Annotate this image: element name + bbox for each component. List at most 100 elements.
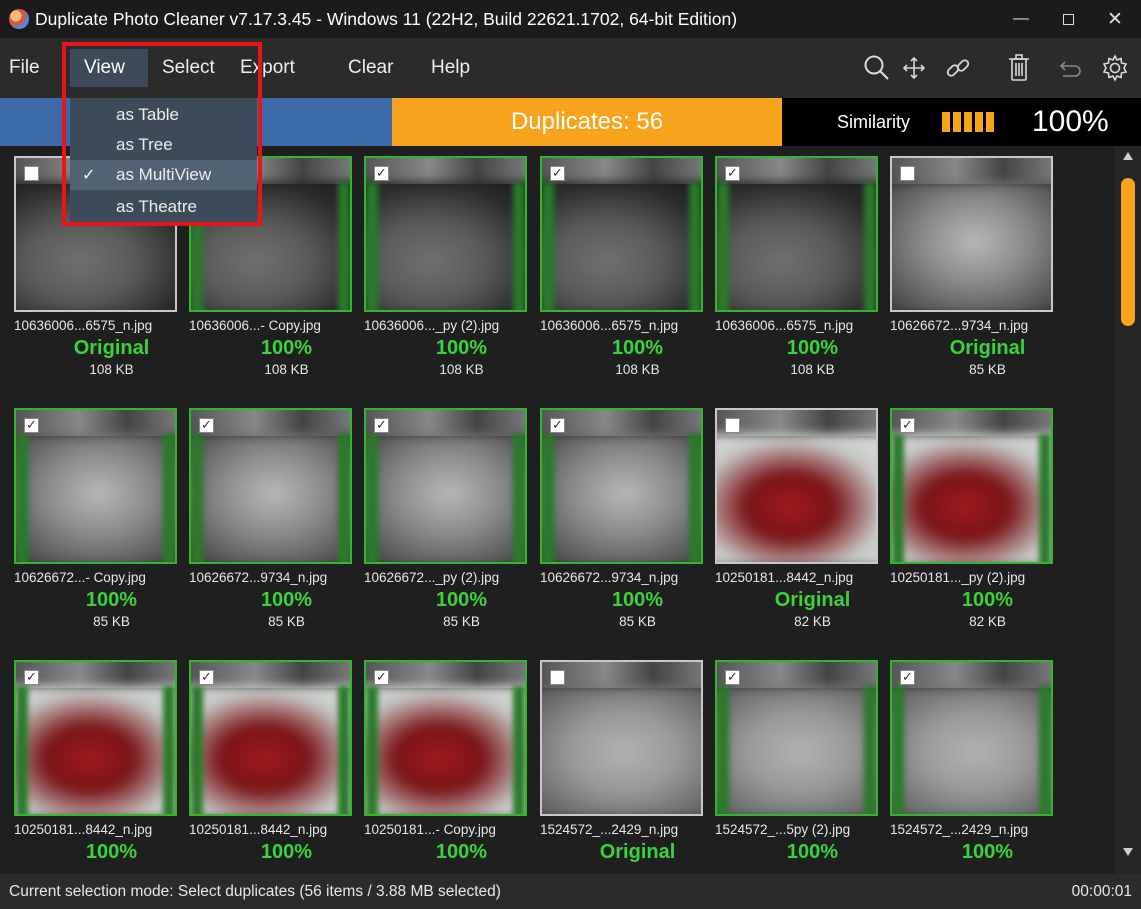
maximize-button[interactable]	[1045, 0, 1091, 38]
photo-size: 85 KB	[969, 362, 1006, 377]
photo-thumbnail[interactable]: ✓	[890, 408, 1053, 564]
photo-tile[interactable]: ✓ 10626672...9734_n.jpg 100% 85 KB	[189, 408, 364, 638]
photo-preview-top	[892, 662, 1051, 688]
link-icon[interactable]	[943, 52, 973, 84]
photo-checkbox[interactable]: ✓	[374, 670, 389, 685]
photo-edge	[892, 686, 904, 814]
photo-status: 100%	[961, 841, 1014, 863]
photo-tile[interactable]: 10250181...8442_n.jpg Original 82 KB	[715, 408, 890, 638]
photo-thumbnail[interactable]	[890, 156, 1053, 312]
photo-filename: 10626672...9734_n.jpg	[189, 570, 328, 585]
photo-thumbnail[interactable]: ✓	[14, 660, 177, 816]
undo-icon[interactable]	[1054, 52, 1084, 84]
photo-tile[interactable]: ✓ 1524572_...5py (2).jpg 100%	[715, 660, 890, 874]
photo-checkbox[interactable]: ✓	[374, 166, 389, 181]
photo-edge	[163, 686, 175, 814]
photo-status: 100%	[611, 337, 664, 359]
menu-help[interactable]: Help	[431, 49, 470, 87]
photo-thumbnail[interactable]: ✓	[540, 408, 703, 564]
maximize-icon	[1062, 13, 1074, 25]
photo-edge	[191, 686, 203, 814]
photo-status: 100%	[786, 337, 839, 359]
elapsed-time: 00:00:01	[1071, 883, 1132, 900]
photo-checkbox[interactable]: ✓	[900, 418, 915, 433]
photo-tile[interactable]: ✓ 10250181..._py (2).jpg 100% 82 KB	[890, 408, 1065, 638]
photo-checkbox[interactable]	[550, 670, 565, 685]
photo-preview-top	[16, 410, 175, 436]
photo-thumbnail[interactable]	[540, 660, 703, 816]
photo-preview	[366, 434, 525, 562]
photo-status: Original	[599, 841, 676, 863]
photo-status: 100%	[260, 589, 313, 611]
scroll-up-arrow[interactable]	[1123, 152, 1133, 160]
photo-filename: 10626672...9734_n.jpg	[540, 570, 679, 585]
photo-checkbox[interactable]: ✓	[725, 166, 740, 181]
photo-thumbnail[interactable]: ✓	[715, 660, 878, 816]
photo-status: Original	[774, 589, 851, 611]
photo-tile[interactable]: ✓ 10626672..._py (2).jpg 100% 85 KB	[364, 408, 539, 638]
menu-file[interactable]: File	[9, 49, 40, 87]
photo-size: 108 KB	[89, 362, 134, 377]
photo-checkbox[interactable]: ✓	[374, 418, 389, 433]
photo-checkbox[interactable]	[24, 166, 39, 181]
photo-checkbox[interactable]: ✓	[725, 670, 740, 685]
photo-checkbox[interactable]: ✓	[24, 418, 39, 433]
photo-thumbnail[interactable]: ✓	[890, 660, 1053, 816]
photo-checkbox[interactable]: ✓	[199, 418, 214, 433]
photo-filename: 1524572_...2429_n.jpg	[540, 822, 679, 837]
photo-checkbox[interactable]: ✓	[24, 670, 39, 685]
photo-edge	[16, 686, 28, 814]
photo-tile[interactable]: ✓ 10250181...8442_n.jpg 100%	[14, 660, 189, 874]
gear-icon[interactable]	[1100, 52, 1130, 84]
photo-size: 108 KB	[439, 362, 484, 377]
photo-checkbox[interactable]: ✓	[199, 670, 214, 685]
photo-thumbnail[interactable]: ✓	[364, 660, 527, 816]
similarity-bar	[953, 112, 961, 132]
photo-checkbox[interactable]	[725, 418, 740, 433]
photo-tile[interactable]: ✓ 1524572_...2429_n.jpg 100%	[890, 660, 1065, 874]
photo-tile[interactable]: ✓ 10250181...8442_n.jpg 100%	[189, 660, 364, 874]
photo-tile[interactable]: 10626672...9734_n.jpg Original 85 KB	[890, 156, 1065, 386]
photo-thumbnail[interactable]: ✓	[364, 408, 527, 564]
photo-edge	[366, 686, 378, 814]
photo-checkbox[interactable]: ✓	[550, 418, 565, 433]
scrollbar-thumb[interactable]	[1121, 178, 1135, 326]
scroll-down-arrow[interactable]	[1123, 848, 1133, 856]
similarity-label: Similarity	[837, 112, 911, 132]
photo-tile[interactable]: 1524572_...2429_n.jpg Original	[540, 660, 715, 874]
photo-thumbnail[interactable]: ✓	[189, 660, 352, 816]
photo-preview	[16, 434, 175, 562]
photo-tile[interactable]: ✓ 10636006..._py (2).jpg 100% 108 KB	[364, 156, 539, 386]
similarity-bars[interactable]	[942, 112, 994, 132]
photo-preview	[191, 434, 350, 562]
photo-thumbnail[interactable]: ✓	[14, 408, 177, 564]
photo-thumbnail[interactable]: ✓	[540, 156, 703, 312]
close-button[interactable]: ✕	[1092, 0, 1138, 38]
photo-thumbnail[interactable]: ✓	[189, 408, 352, 564]
search-icon[interactable]	[862, 52, 892, 84]
photo-edge	[338, 686, 350, 814]
photo-checkbox[interactable]: ✓	[550, 166, 565, 181]
photo-thumbnail[interactable]: ✓	[364, 156, 527, 312]
app-icon	[9, 9, 29, 29]
photo-status: 100%	[786, 841, 839, 863]
photo-thumbnail[interactable]	[715, 408, 878, 564]
minimize-button[interactable]: —	[998, 0, 1044, 38]
photo-filename: 10250181..._py (2).jpg	[890, 570, 1026, 585]
trash-icon[interactable]	[1004, 52, 1034, 84]
photo-checkbox[interactable]: ✓	[900, 670, 915, 685]
photo-filename: 10250181...8442_n.jpg	[189, 822, 328, 837]
photo-thumbnail[interactable]: ✓	[715, 156, 878, 312]
photo-tile[interactable]: ✓ 10636006...6575_n.jpg 100% 108 KB	[715, 156, 890, 386]
photo-preview	[542, 434, 701, 562]
photo-tile[interactable]: ✓ 10250181...- Copy.jpg 100%	[364, 660, 539, 874]
move-icon[interactable]	[899, 52, 929, 84]
similarity-value: 100%	[1032, 105, 1109, 138]
photo-tile[interactable]: ✓ 10626672...- Copy.jpg 100% 85 KB	[14, 408, 189, 638]
photo-tile[interactable]: ✓ 10626672...9734_n.jpg 100% 85 KB	[540, 408, 715, 638]
photo-status: 100%	[435, 337, 488, 359]
photo-tile[interactable]: ✓ 10636006...6575_n.jpg 100% 108 KB	[540, 156, 715, 386]
photo-checkbox[interactable]	[900, 166, 915, 181]
menu-clear[interactable]: Clear	[348, 49, 393, 87]
photo-filename: 10636006...- Copy.jpg	[189, 318, 321, 333]
